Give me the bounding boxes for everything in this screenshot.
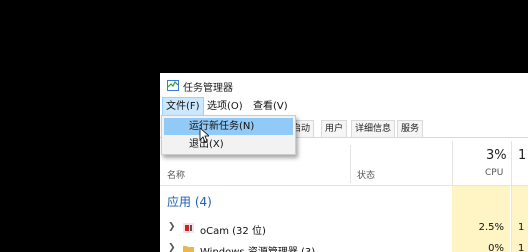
cpu-column-label: CPU — [485, 168, 504, 178]
menu-options[interactable]: 选项(O) — [204, 98, 246, 115]
table-row[interactable]: ❯ Windows 资源管理器 (3) 0% 1 — [160, 239, 528, 252]
task-manager-icon — [167, 80, 179, 91]
folder-icon — [183, 246, 194, 252]
header-separator — [160, 185, 528, 186]
cpu-total-percent: 3% — [486, 148, 507, 163]
column-status-header[interactable]: 状态 — [357, 168, 375, 181]
process-memory: 1 — [518, 222, 525, 233]
tab-services[interactable]: 服务 — [397, 120, 424, 137]
process-name: oCam (32 位) — [200, 226, 266, 237]
memory-total-percent: 1 — [518, 148, 527, 163]
menu-bar: 文件(F) 选项(O) 查看(V) — [160, 97, 528, 116]
table-row[interactable]: ❯ oCam (32 位) 2.5% 1 — [160, 218, 528, 238]
menu-item-run-new-task[interactable]: 运行新任务(N) — [164, 118, 293, 135]
column-divider — [350, 145, 351, 183]
chevron-right-icon[interactable]: ❯ — [168, 243, 176, 252]
mouse-cursor-icon — [199, 127, 209, 143]
apps-group-title: 应用 (4) — [167, 195, 212, 209]
file-menu-dropdown: 运行新任务(N) 退出(X) — [161, 115, 296, 155]
ocam-icon — [183, 223, 194, 233]
process-cpu: 2.5% — [478, 222, 504, 233]
process-cpu: 0% — [488, 243, 504, 252]
menu-item-exit[interactable]: 退出(X) — [164, 136, 293, 153]
window-title: 任务管理器 — [183, 83, 233, 94]
tab-users[interactable]: 用户 — [321, 120, 348, 137]
column-name-header[interactable]: 名称 — [167, 168, 185, 181]
menu-view[interactable]: 查看(V) — [250, 98, 291, 115]
process-name: Windows 资源管理器 (3) — [200, 243, 315, 252]
chevron-right-icon[interactable]: ❯ — [168, 222, 176, 232]
title-bar[interactable]: 任务管理器 — [160, 73, 528, 97]
menu-file[interactable]: 文件(F) — [162, 97, 204, 116]
process-memory: 1 — [518, 243, 525, 252]
task-manager-window: 任务管理器 文件(F) 选项(O) 查看(V) 启动 用户 详细信息 服务 名称… — [160, 73, 528, 252]
tab-details[interactable]: 详细信息 — [351, 120, 396, 137]
